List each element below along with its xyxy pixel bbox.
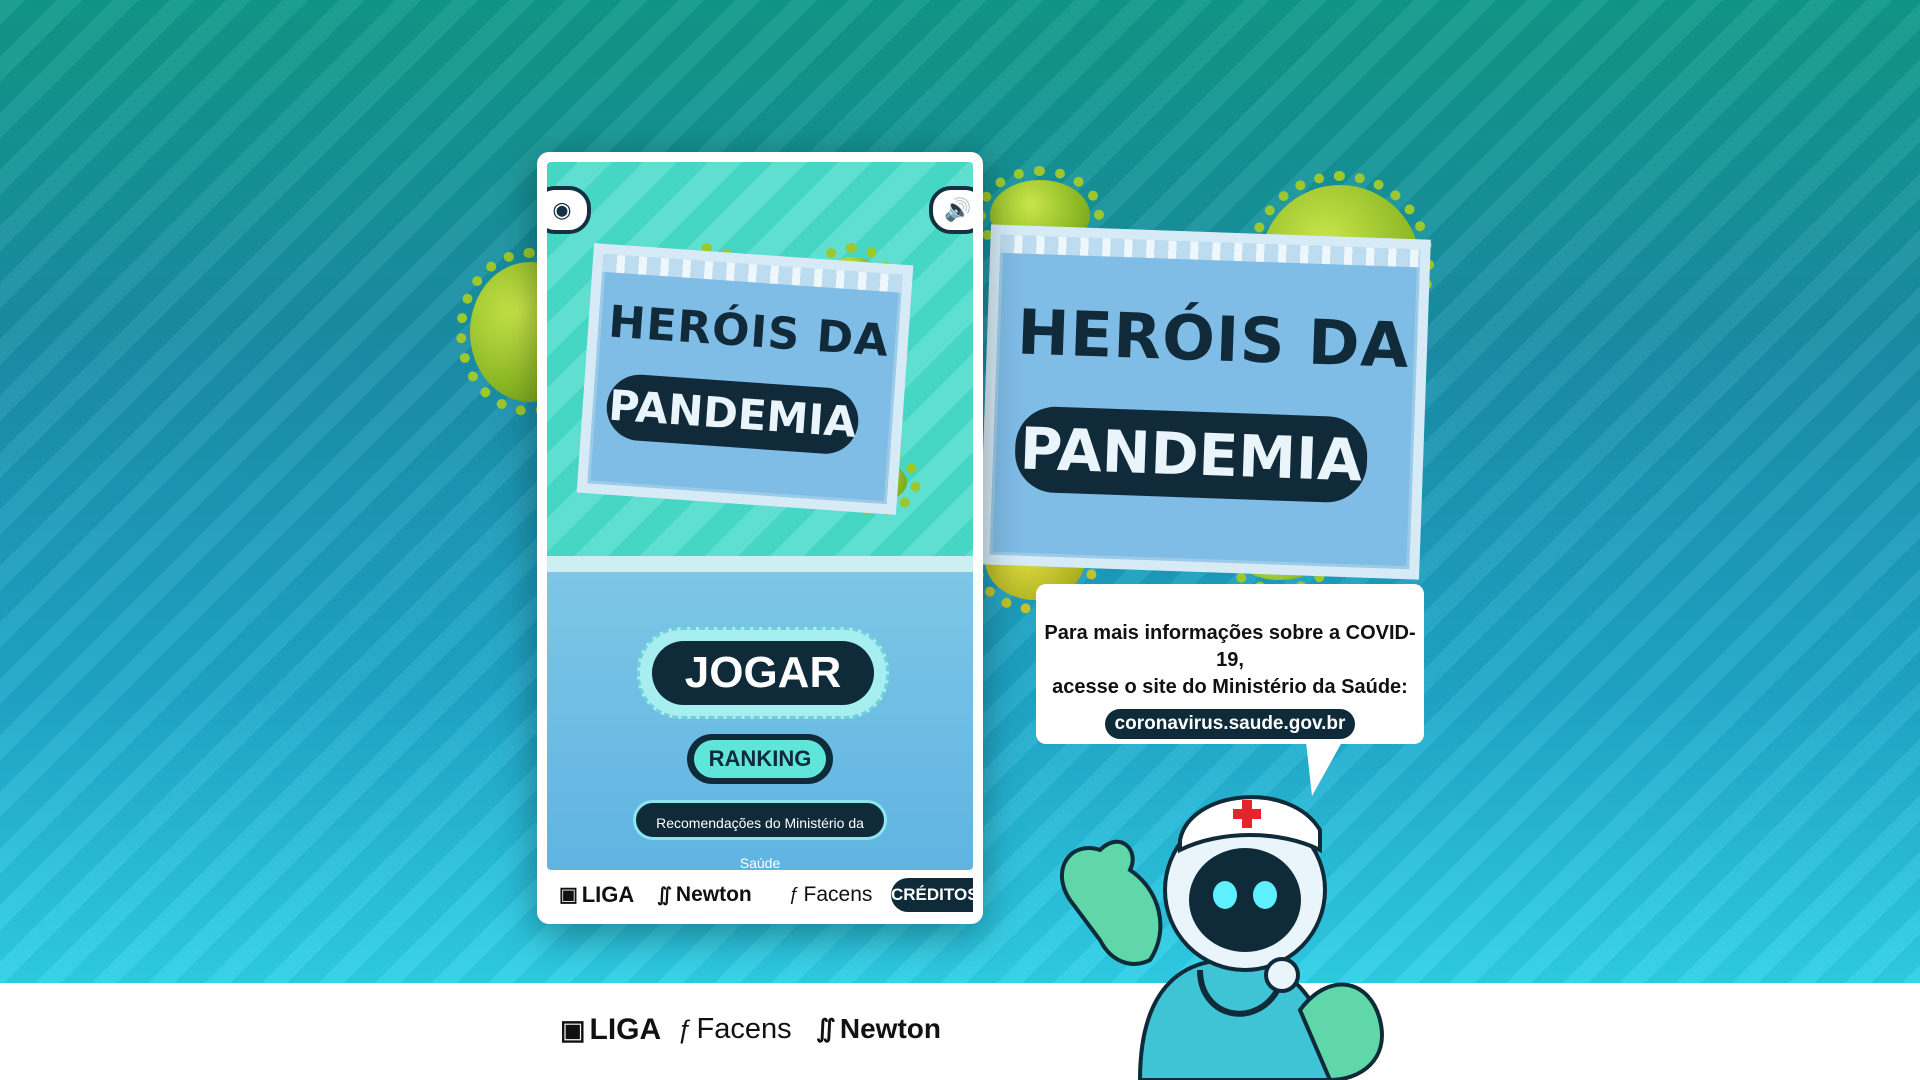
- liga-logo-text: LIGA: [581, 882, 635, 907]
- newton-mark-icon: ∬: [816, 1015, 836, 1043]
- screen-title-area: HERÓIS DA PANDEMIA: [547, 162, 973, 572]
- nurse-robot-character: [1059, 795, 1384, 1080]
- camera-icon: ◉: [552, 197, 572, 222]
- newton-logo: ∬ Newton: [816, 1013, 941, 1045]
- game-title-line1: HERÓIS DA: [606, 296, 891, 367]
- facens-logo: ƒ Facens: [789, 883, 872, 907]
- ranking-button-label: RANKING: [694, 740, 826, 778]
- credits-button[interactable]: CRÉDITOS: [891, 878, 979, 912]
- info-line1: Para mais informações sobre a COVID-19,: [1044, 622, 1416, 671]
- facens-mark-icon: ƒ: [789, 884, 800, 905]
- liga-logo: ▣ LIGA: [559, 882, 634, 908]
- speaker-icon: 🔊: [944, 197, 972, 222]
- recommendations-button[interactable]: Recomendações do Ministério da Saúde: [633, 800, 887, 870]
- info-line2: acesse o site do Ministério da Saúde:: [1052, 676, 1408, 698]
- page-footer: ▣ LIGA ƒ Facens ∬ Newton: [0, 983, 1920, 1080]
- ranking-button[interactable]: RANKING: [687, 734, 833, 784]
- play-button-label: JOGAR: [652, 641, 874, 705]
- game-title-line2: PANDEMIA: [604, 372, 861, 456]
- liga-mark-icon: ▣: [560, 1014, 586, 1045]
- covid-info-bubble: Para mais informações sobre a COVID-19, …: [1036, 584, 1424, 796]
- sound-button[interactable]: 🔊: [929, 186, 973, 234]
- liga-mark-icon: ▣: [559, 884, 578, 906]
- game-title-line2: PANDEMIA: [1013, 405, 1369, 504]
- play-button[interactable]: JOGAR: [637, 627, 889, 719]
- game-screen: HERÓIS DA PANDEMIA ◉ 🔊 JOGAR RANKING Rec…: [547, 162, 973, 870]
- newton-mark-icon: ∬: [657, 884, 672, 906]
- game-title-line1: HERÓIS DA: [1016, 295, 1411, 383]
- title-banner-large: HERÓIS DA PANDEMIA: [979, 224, 1431, 580]
- title-banner: HERÓIS DA PANDEMIA: [576, 243, 914, 515]
- newton-logo: ∬ Newton: [657, 883, 752, 907]
- phone-footer: ▣ LIGA ∬ Newton ƒ Facens CRÉDITOS: [547, 874, 979, 916]
- newton-logo-text: Newton: [675, 883, 752, 906]
- liga-logo: ▣ LIGA: [560, 1013, 661, 1047]
- banner-stripe: [1000, 234, 1421, 268]
- game-phone-frame: HERÓIS DA PANDEMIA ◉ 🔊 JOGAR RANKING Rec…: [537, 152, 983, 924]
- camera-button[interactable]: ◉: [547, 186, 591, 234]
- ministry-url-link[interactable]: coronavirus.saude.gov.br: [1104, 709, 1356, 739]
- facens-logo-text: Facens: [803, 883, 873, 906]
- facens-logo-text: Facens: [696, 1013, 792, 1045]
- newton-logo-text: Newton: [839, 1013, 941, 1044]
- facens-logo: ƒ Facens: [678, 1013, 792, 1046]
- liga-logo-text: LIGA: [589, 1013, 662, 1046]
- facens-mark-icon: ƒ: [678, 1014, 693, 1044]
